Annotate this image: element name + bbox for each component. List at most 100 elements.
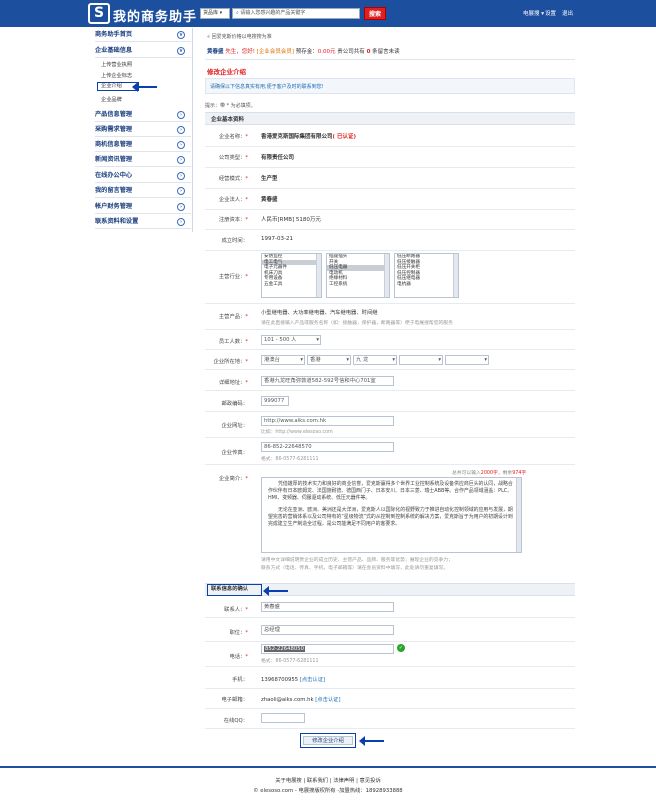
- email-value: zhaoli@aiks.com.hk [点击认证]: [261, 697, 341, 703]
- website-input[interactable]: http://www.aiks.com.hk: [261, 416, 394, 426]
- location-city-select[interactable]: 九 龙 ▾: [353, 355, 397, 365]
- annotation-arrow-icon: [132, 82, 157, 92]
- chevron-right-icon[interactable]: ›: [177, 111, 185, 119]
- position-input[interactable]: 总经理: [261, 625, 394, 635]
- chevron-right-icon[interactable]: ›: [177, 203, 185, 211]
- mobile-verify-link[interactable]: [点击认证]: [300, 677, 325, 683]
- sidebar-item-home[interactable]: 商务助手首页 ∨: [95, 28, 191, 42]
- company-type-label: 公司类型：*: [218, 155, 248, 161]
- chevron-down-icon[interactable]: ∨: [177, 31, 185, 39]
- company-type-value: 有限责任公司: [261, 155, 295, 161]
- email-verify-link[interactable]: [点击认证]: [315, 697, 340, 703]
- industry-option[interactable]: 工控系统: [327, 282, 389, 288]
- location-country-select[interactable]: 港澳台 ▾: [261, 355, 305, 365]
- nav-elesoso[interactable]: 电展搜 ▾: [523, 9, 544, 17]
- fax-label: 企业传真：: [221, 450, 249, 456]
- search-category-select[interactable]: 货品库 ▾: [200, 8, 230, 19]
- sidebar-item-finance[interactable]: 帐户财务管理 ›: [95, 200, 191, 214]
- intro-textarea[interactable]: 凭借雄厚的技术实力和良好的商业信誉，爱克斯赢得多个世界工业控制系统及设备供应商巨…: [261, 477, 522, 553]
- phone-hint: 格式：86-0577-6281111: [261, 659, 319, 664]
- scrollbar[interactable]: [453, 254, 458, 297]
- submit-button[interactable]: 修改企业介绍: [303, 736, 353, 745]
- intro-hint-1: 请用中文详细说明贵企业的成立历史、主营产品、品牌、服务等优势；展现企业的竞争力；: [261, 558, 453, 563]
- business-model-value: 生产型: [261, 176, 278, 182]
- mobile-label: 手机：: [232, 677, 248, 683]
- sidebar-sub-logo[interactable]: 上传企业标志: [101, 72, 132, 79]
- scrollbar[interactable]: [516, 478, 521, 552]
- section-title-basic: 企业基本资料: [211, 117, 245, 123]
- staff-select[interactable]: 101 - 500 人 ▾: [261, 335, 321, 345]
- footer-copyright: © elesoso.com - 电展搜版权所有 -加盟热线：1892893388…: [253, 788, 403, 794]
- location-region-select[interactable]: 香港 ▾: [307, 355, 351, 365]
- notice-text: 请确保以下信息真实有用,便于客户及时的联系到您!: [210, 84, 324, 90]
- mobile-value: 13968700955 [点击认证]: [261, 677, 326, 683]
- website-label: 企业网址：: [221, 423, 249, 429]
- fax-input[interactable]: 86-852-22648570: [261, 442, 394, 452]
- greeting: 黄春盛 先生，您好! [企业会员会员] 预存金：0.00元 贵公司共有 0 条留…: [207, 49, 400, 55]
- check-icon: ✓: [397, 644, 405, 652]
- chevron-right-icon[interactable]: ›: [177, 141, 185, 149]
- sidebar-sub-license[interactable]: 上传营业执照: [101, 61, 132, 68]
- position-label: 职位：*: [229, 630, 248, 636]
- industry-list-1[interactable]: 安防监控 电工电气 电子元器件 机床刀具 专用设备 五金工具: [261, 253, 322, 298]
- footer-divider: [0, 766, 656, 768]
- sidebar-item-contact[interactable]: 联系资料和设置 ›: [95, 215, 191, 229]
- sidebar-sub-brand[interactable]: 企业品牌: [101, 96, 122, 103]
- search-placeholder: 请输入您感兴趣的产品关键字: [240, 10, 306, 16]
- address-input[interactable]: 香港九龙旺角弥敦道582-592号信和中心701室: [261, 376, 394, 386]
- nav-settings[interactable]: 设置: [545, 9, 556, 17]
- industry-list-2[interactable]: 插座插头 开关 低压电器 电动机 绝缘材料 工控系统: [326, 253, 390, 298]
- intro-paragraph-1: 凭借雄厚的技术实力和良好的商业信誉，爱克斯赢得多个世界工业控制系统及设备供应商巨…: [268, 481, 513, 502]
- footer-links[interactable]: 关于电展搜 | 联系我们 | 法律声明 | 意见投诉: [0, 776, 656, 784]
- scrollbar[interactable]: [384, 254, 389, 297]
- contact-person-label: 联系人：*: [224, 607, 248, 613]
- email-label: 电子邮箱：: [221, 697, 249, 703]
- sidebar-item-purchase[interactable]: 采购需求管理 ›: [95, 123, 191, 137]
- qq-input[interactable]: [261, 713, 305, 723]
- zip-input[interactable]: 999077: [261, 396, 289, 406]
- industry-list-3[interactable]: 低压断路器 低压接触器 低压开关柜 低压控制器 低压继电器 电抗器: [394, 253, 459, 298]
- sidebar-item-business[interactable]: 商机信息管理 ›: [95, 138, 191, 152]
- sidebar-item-products[interactable]: 产品信息管理 ›: [95, 108, 191, 122]
- fax-hint: 格式：86-0577-6281111: [261, 457, 319, 462]
- scrollbar[interactable]: [316, 254, 321, 297]
- business-model-label: 经营模式：*: [218, 176, 248, 182]
- search-button[interactable]: 搜索: [364, 7, 386, 20]
- intro-label: 企业简介：*: [218, 476, 248, 482]
- member-badge[interactable]: [企业会员会员]: [257, 49, 294, 55]
- sidebar-item-messages[interactable]: 我的留言管理 ›: [95, 184, 191, 198]
- search-input[interactable]: ⌕ 请输入您感兴趣的产品关键字: [232, 8, 360, 19]
- chevron-down-icon[interactable]: ∨: [177, 47, 185, 55]
- products-value[interactable]: 小型继电器、大功率继电器、汽车继电器、时间继: [261, 308, 378, 316]
- website-hint: 比如：http://www.elesoso.com: [261, 430, 333, 435]
- industry-option[interactable]: 电抗器: [395, 282, 458, 288]
- submit-frame: 修改企业介绍: [300, 733, 356, 748]
- contact-person-input[interactable]: 黄春盛: [261, 602, 394, 612]
- chevron-right-icon[interactable]: ›: [177, 218, 185, 226]
- sidebar: 商务助手首页 ∨ 企业基础信息 ∨ 上传营业执照 上传企业标志 企业介绍 企业品牌 …: [91, 28, 193, 232]
- location-town-select[interactable]: ▾: [445, 355, 489, 365]
- location-district-select[interactable]: ▾: [399, 355, 443, 365]
- sidebar-item-office[interactable]: 在线办公中心 ›: [95, 169, 191, 183]
- industry-option[interactable]: 五金工具: [262, 282, 321, 288]
- intro-hint-2: 联系方式（电话、传真、手机、电子邮箱等）请在会员资料中填写，此处请勿重复填写。: [261, 566, 449, 571]
- unread-count[interactable]: 0: [367, 49, 371, 55]
- founded-value: 1997-03-21: [261, 236, 293, 242]
- chevron-right-icon[interactable]: ›: [177, 187, 185, 195]
- sidebar-item-company-info[interactable]: 企业基础信息 ∨: [95, 44, 191, 58]
- back-link[interactable]: « 回爱克斯价格以电搜搜为准: [207, 33, 272, 40]
- legal-rep-value: 黄春盛: [261, 197, 278, 203]
- intro-counter: 总共可以输入2000字，剩余974字: [452, 471, 527, 476]
- location-label: 企业所在地：*: [213, 359, 248, 365]
- chevron-right-icon[interactable]: ›: [177, 126, 185, 134]
- phone-input[interactable]: 852-22648050: [261, 644, 394, 654]
- chevron-right-icon[interactable]: ›: [177, 172, 185, 180]
- sidebar-item-news[interactable]: 新闻资讯管理 ›: [95, 153, 191, 167]
- section-title-contact: 联系信息的确认: [207, 584, 262, 596]
- nav-logout[interactable]: 退出: [562, 9, 573, 17]
- qq-label: 在线QQ：: [223, 718, 248, 724]
- zip-label: 邮政编码：: [221, 401, 249, 407]
- chevron-right-icon[interactable]: ›: [177, 156, 185, 164]
- address-label: 详细地址：*: [218, 380, 248, 386]
- annotation-arrow-icon: [263, 586, 288, 596]
